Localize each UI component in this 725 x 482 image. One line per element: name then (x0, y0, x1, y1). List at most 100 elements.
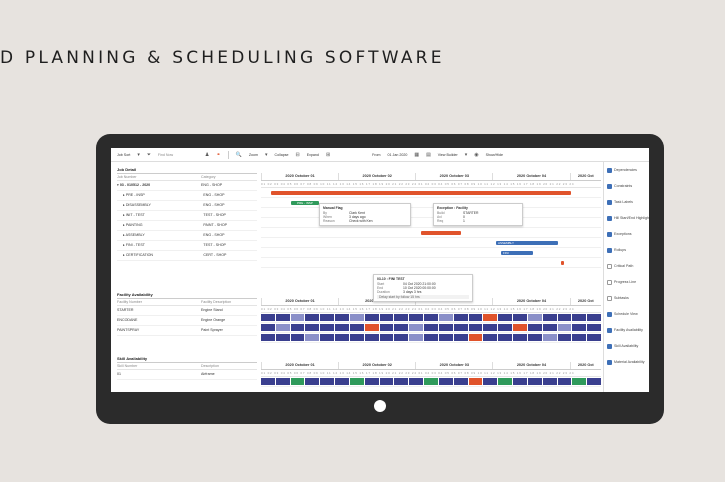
task-bar[interactable]: FINI (501, 250, 533, 255)
option-toggle[interactable]: Dependencies (604, 162, 649, 178)
availability-cell (261, 334, 275, 341)
find-input[interactable]: Find Now (158, 153, 198, 157)
checkbox-icon[interactable] (607, 183, 612, 189)
link-icon[interactable]: ⚭ (216, 152, 220, 158)
table-row[interactable]: ▸ DISASSEMBLY ENG - SHOP (117, 201, 257, 211)
calendar-icon[interactable]: ▦ (414, 152, 419, 158)
view-builder-select[interactable]: View Builder (438, 153, 458, 157)
availability-cell (438, 334, 453, 341)
date-label: 2020 October 01 (261, 173, 338, 180)
gantt-row: PRE - INSP (261, 198, 601, 208)
view-builder-icon[interactable]: ▤ (426, 152, 431, 158)
exception-marker[interactable] (561, 260, 564, 265)
job-category: ENG - SHOP (203, 193, 225, 197)
table-row[interactable]: ▸ PAINTING PAINT - SHOP (117, 221, 257, 231)
column-header[interactable]: Description (201, 363, 257, 369)
filter-icon[interactable]: ⏷ (147, 152, 151, 158)
option-toggle[interactable]: Schedule View (604, 306, 649, 322)
option-toggle[interactable]: Constraints (604, 178, 649, 194)
option-toggle[interactable]: Rollups (604, 242, 649, 258)
table-row[interactable]: 01 Airframe (117, 370, 257, 380)
column-header[interactable]: Facility Number (117, 299, 201, 305)
chevron-down-icon[interactable]: ▾ (465, 152, 468, 158)
option-toggle[interactable]: Skill Availability (604, 338, 649, 354)
availability-cell (557, 324, 572, 331)
show-hide-select[interactable]: Show/Hide (486, 153, 503, 157)
checkbox-icon[interactable] (607, 311, 612, 317)
availability-cell (468, 314, 483, 321)
checkbox-icon[interactable] (607, 231, 612, 237)
from-date-input[interactable]: 01 Jan 2020 (388, 153, 408, 157)
option-toggle[interactable]: Critical Path (604, 258, 649, 274)
bar-label: ASSEMBLY (498, 240, 514, 245)
availability-row (261, 377, 602, 387)
checkbox-icon[interactable] (607, 279, 612, 285)
availability-cell (305, 324, 320, 331)
job-category: CERT - SHOP (203, 253, 227, 257)
chevron-down-icon[interactable]: ▾ (137, 152, 140, 158)
checkbox-icon[interactable] (607, 167, 612, 173)
availability-cell (320, 334, 335, 341)
job-sort-select[interactable]: Job Sort (117, 153, 130, 157)
table-row[interactable]: ▸ PRE - INSP ENG - SHOP (117, 191, 257, 201)
table-row[interactable]: ▸ ASSEMBLY ENG - SHOP (117, 231, 257, 241)
date-label: 2020 Oct (569, 362, 601, 369)
option-label: Facility Availability (614, 328, 643, 332)
availability-cell (468, 334, 483, 341)
availability-cell (424, 334, 438, 341)
column-header[interactable]: Facility Description (201, 299, 257, 305)
option-toggle[interactable]: Task Labels (604, 194, 649, 210)
table-row[interactable]: ▾ 03 - 010512 - 2020 ENG - SHOP (117, 181, 257, 191)
availability-cell (587, 324, 602, 331)
gantt-row (261, 188, 601, 198)
option-toggle[interactable]: Subtasks (604, 290, 649, 306)
task-bar[interactable]: ASSEMBLY (496, 240, 558, 245)
table-row[interactable]: PAINTSPRAY Paint Sprayer (117, 326, 257, 336)
job-category: ENG - SHOP (203, 233, 225, 237)
collapse-button[interactable]: Collapse (275, 153, 289, 157)
option-toggle[interactable]: Facility Availability (604, 322, 649, 338)
facility-name: PAINTSPRAY (117, 328, 140, 332)
column-header[interactable]: Skill Number (117, 363, 201, 369)
summary-bar[interactable] (271, 190, 571, 195)
checkbox-icon[interactable] (607, 295, 612, 301)
popup-value: Check with Ken (349, 219, 373, 223)
from-label: From (372, 152, 381, 157)
home-button[interactable] (374, 400, 386, 412)
person-icon[interactable]: ♟ (205, 152, 209, 158)
option-toggle[interactable]: Material Availability (604, 354, 649, 370)
checkbox-icon[interactable] (607, 215, 612, 221)
task-bar[interactable] (421, 230, 461, 235)
column-header[interactable]: Job Number (117, 174, 201, 180)
table-row[interactable]: STARTER Engine Stand (117, 306, 257, 316)
checkbox-icon[interactable] (607, 247, 612, 253)
checkbox-icon[interactable] (607, 327, 612, 333)
eye-icon[interactable]: ◉ (474, 152, 478, 158)
checkbox-icon[interactable] (607, 343, 612, 349)
option-toggle[interactable]: Exceptions (604, 226, 649, 242)
table-row[interactable]: ▸ INIT - TEST TEST - SHOP (117, 211, 257, 221)
availability-cell (453, 334, 468, 341)
option-toggle[interactable]: Progress Line (604, 274, 649, 290)
expand-button[interactable]: Expand (307, 153, 319, 157)
zoom-icon[interactable]: 🔍 (236, 152, 242, 158)
expand-icon[interactable]: ⊞ (326, 152, 330, 158)
checkbox-icon[interactable] (607, 359, 612, 365)
zoom-select[interactable]: Zoom (249, 153, 258, 157)
task-bar[interactable]: PRE - INSP (291, 200, 319, 205)
table-row[interactable]: ▸ CERTIFICATION CERT - SHOP (117, 251, 257, 261)
availability-cell (527, 314, 542, 321)
table-row[interactable]: ENCODANE Engine Orange (117, 316, 257, 326)
checkbox-icon[interactable] (607, 263, 612, 269)
column-header[interactable]: Category (201, 174, 257, 180)
facility-desc: Paint Sprayer (201, 328, 223, 332)
collapse-icon[interactable]: ⊟ (296, 152, 300, 158)
checkbox-icon[interactable] (607, 199, 612, 205)
chevron-down-icon[interactable]: ▾ (265, 152, 268, 158)
availability-cell (261, 378, 275, 385)
bar-label: FINI (503, 250, 509, 255)
table-row[interactable]: ▸ FINI - TEST TEST - SHOP (117, 241, 257, 251)
availability-cell (349, 378, 364, 385)
option-toggle[interactable]: Hill Start/End Highlights (604, 210, 649, 226)
date-label: 2020 Oct (569, 298, 601, 305)
